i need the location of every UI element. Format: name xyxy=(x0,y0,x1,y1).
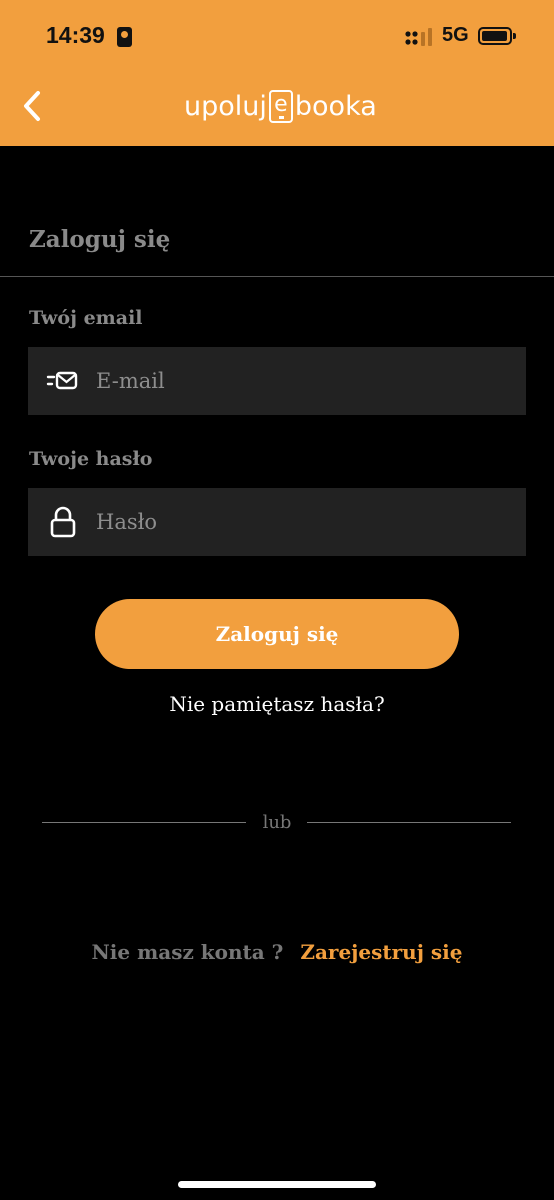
email-input[interactable] xyxy=(96,347,516,415)
email-label: Twój email xyxy=(29,307,143,329)
divider-right xyxy=(307,822,511,823)
app-header: 14:39 5G upoluj e booka xyxy=(0,0,554,146)
status-time: 14:39 xyxy=(46,22,105,48)
title-divider xyxy=(0,276,554,277)
register-link[interactable]: Zarejestruj się xyxy=(300,940,462,964)
logo-e-device: e xyxy=(268,89,293,123)
lock-icon xyxy=(50,506,76,538)
no-account-text: Nie masz konta ? xyxy=(91,940,284,964)
home-indicator[interactable] xyxy=(178,1181,376,1188)
page-title: Zaloguj się xyxy=(29,226,171,253)
logo-suffix: booka xyxy=(294,90,377,122)
password-field-container[interactable] xyxy=(28,488,526,556)
email-icon xyxy=(46,371,78,390)
forgot-password-link[interactable]: Nie pamiętasz hasła? xyxy=(0,692,554,716)
password-label: Twoje hasło xyxy=(29,448,153,470)
battery-icon xyxy=(478,27,516,45)
signal-icon xyxy=(405,28,432,46)
signup-row: Nie masz konta ? Zarejestruj się xyxy=(0,940,554,964)
login-button[interactable]: Zaloguj się xyxy=(95,599,459,669)
back-chevron-icon[interactable] xyxy=(18,88,48,124)
logo-prefix: upoluj xyxy=(184,90,267,122)
email-field-container[interactable] xyxy=(28,347,526,415)
portrait-lock-icon xyxy=(117,27,132,47)
network-type: 5G xyxy=(442,24,469,46)
password-input[interactable] xyxy=(96,488,516,556)
app-logo: upoluj e booka xyxy=(184,88,377,124)
